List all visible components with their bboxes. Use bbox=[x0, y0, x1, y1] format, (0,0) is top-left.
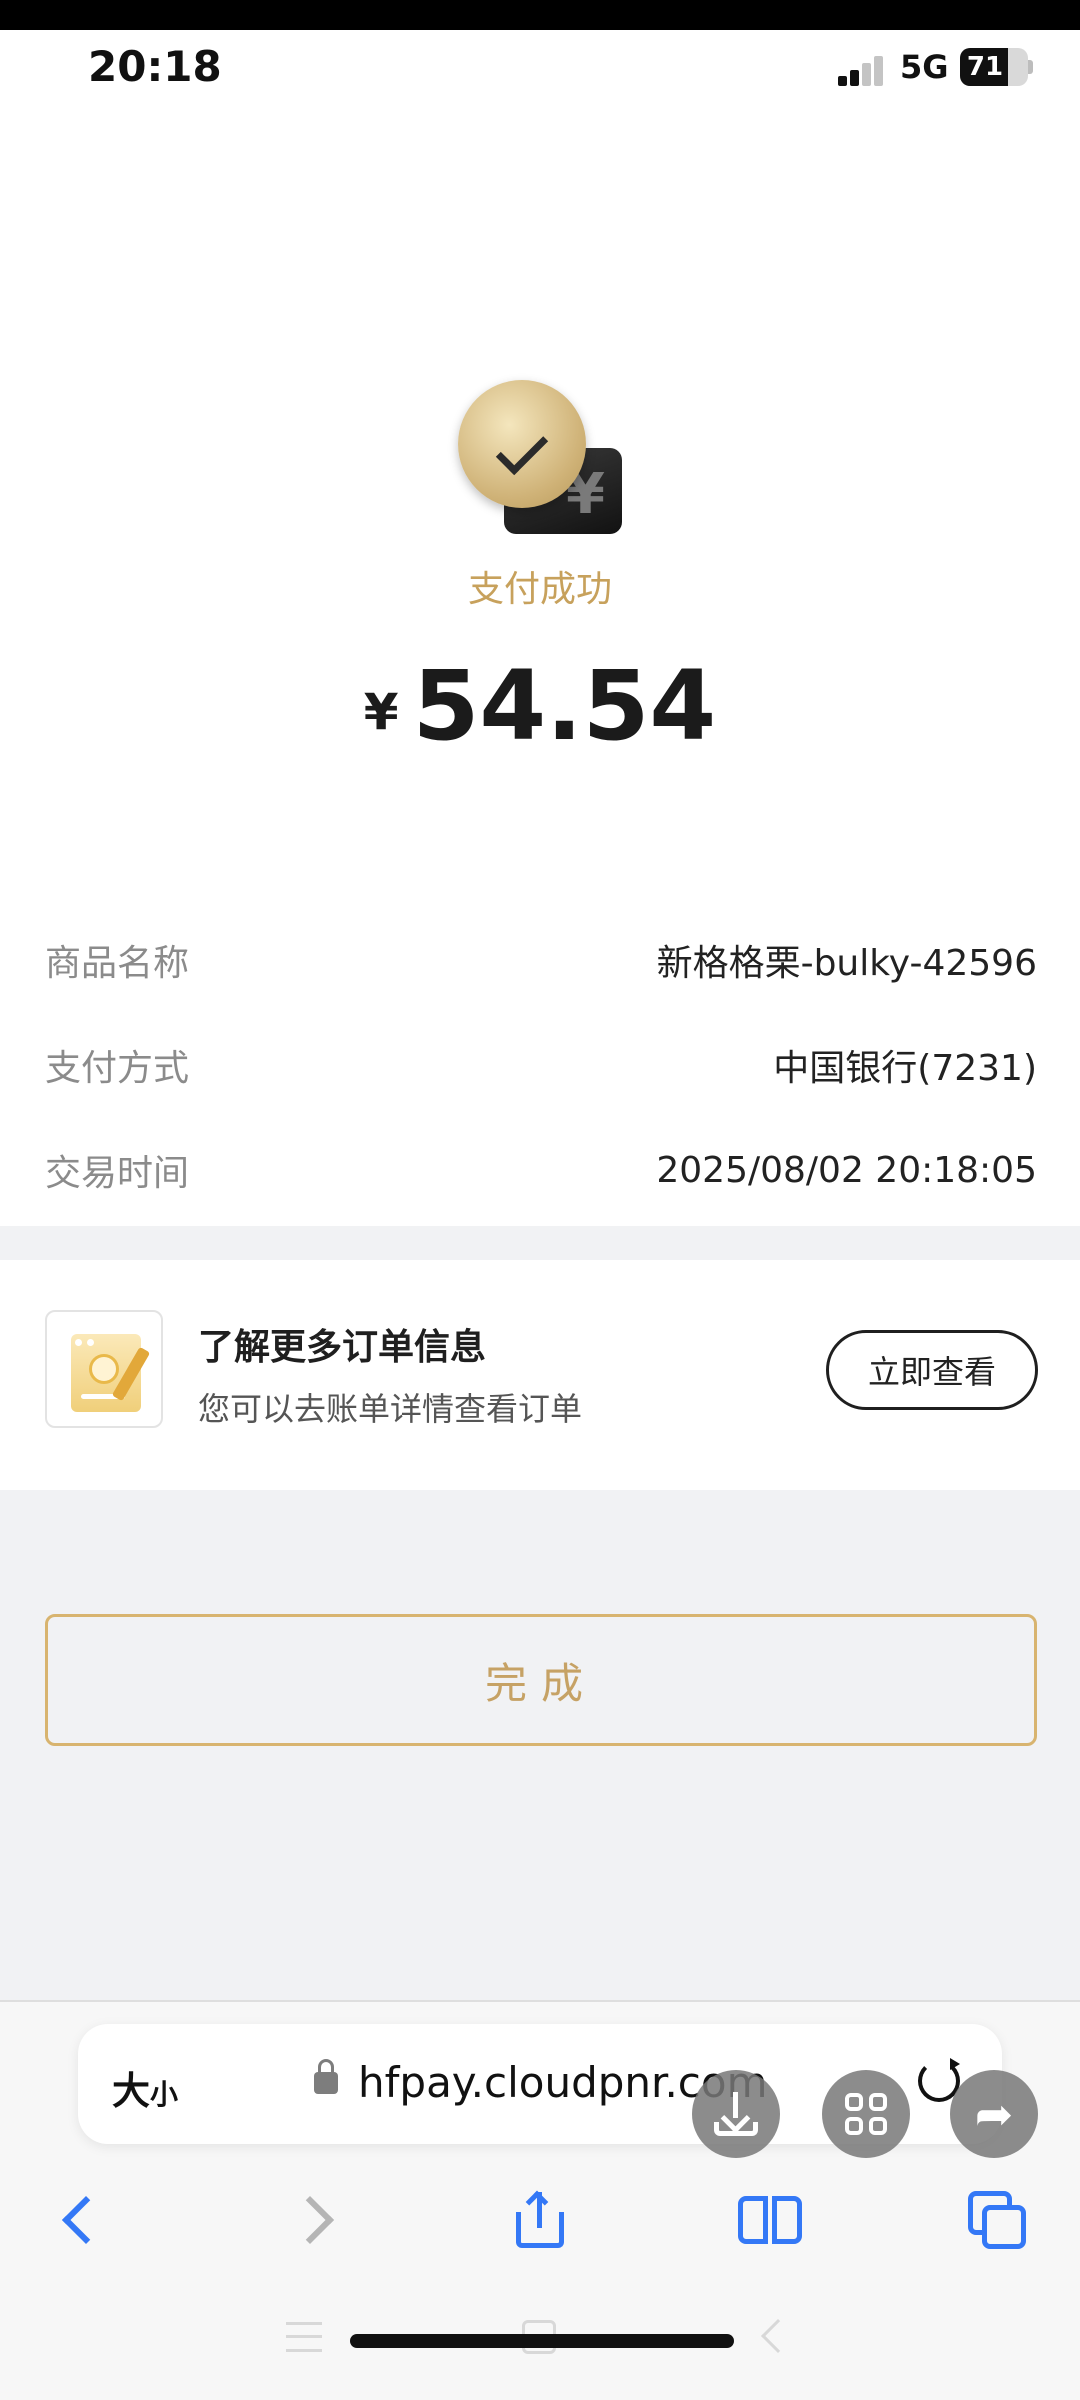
detail-value: 新格格栗-bulky-42596 bbox=[656, 943, 1037, 984]
tabs-button[interactable] bbox=[958, 2180, 1038, 2260]
payment-status: 支付成功 bbox=[467, 569, 612, 610]
share-float-button[interactable]: ➦ bbox=[950, 2070, 1038, 2158]
grid-icon bbox=[845, 2093, 887, 2135]
currency-symbol: ¥ bbox=[363, 683, 399, 741]
text-size-small: 小 bbox=[150, 2078, 179, 2111]
grid-button[interactable] bbox=[822, 2070, 910, 2158]
detail-value: 中国银行(7231) bbox=[773, 1048, 1037, 1089]
done-button[interactable]: 完成 bbox=[45, 1614, 1037, 1746]
menu-icon[interactable] bbox=[286, 2322, 322, 2352]
detail-row-transaction-time: 交易时间 2025/08/02 20:18:05 bbox=[45, 1140, 1037, 1200]
signal-icon bbox=[838, 52, 886, 86]
view-now-button[interactable]: 立即查看 bbox=[826, 1330, 1038, 1410]
share-arrow-icon: ➦ bbox=[974, 2087, 1014, 2141]
amount-value: 54.54 bbox=[412, 650, 717, 762]
order-info-title: 了解更多订单信息 bbox=[198, 1327, 487, 1368]
payment-success-icon: ¥ bbox=[458, 350, 628, 540]
text-size-big: 大 bbox=[112, 2069, 151, 2113]
download-button[interactable] bbox=[692, 2070, 780, 2158]
detail-label: 交易时间 bbox=[45, 1153, 190, 1194]
bookmarks-button[interactable] bbox=[730, 2180, 810, 2260]
order-document-icon bbox=[45, 1310, 163, 1428]
chevron-right-icon bbox=[285, 2195, 335, 2245]
share-button[interactable] bbox=[500, 2180, 580, 2260]
detail-row-payment-method: 支付方式 中国银行(7231) bbox=[45, 1035, 1037, 1095]
forward-button[interactable] bbox=[276, 2180, 356, 2260]
check-circle-icon bbox=[458, 380, 586, 508]
back-button[interactable] bbox=[40, 2180, 120, 2260]
book-icon bbox=[738, 2196, 802, 2244]
detail-label: 商品名称 bbox=[45, 943, 190, 984]
battery-icon: 71 bbox=[960, 48, 1028, 86]
payment-amount: ¥54.54 bbox=[0, 650, 1080, 762]
lock-icon bbox=[314, 2059, 338, 2094]
detail-label: 支付方式 bbox=[45, 1048, 190, 1089]
text-size-button[interactable]: 大小 bbox=[112, 2060, 178, 2115]
detail-value: 2025/08/02 20:18:05 bbox=[656, 1149, 1037, 1191]
detail-row-product: 商品名称 新格格栗-bulky-42596 bbox=[45, 930, 1037, 990]
checkmark-icon bbox=[495, 422, 549, 476]
network-type: 5G bbox=[900, 48, 949, 86]
battery-cap bbox=[1028, 60, 1033, 74]
home-indicator[interactable] bbox=[350, 2334, 734, 2348]
battery-level: 71 bbox=[966, 52, 1004, 82]
status-time: 20:18 bbox=[88, 42, 222, 91]
tabs-icon bbox=[968, 2191, 1028, 2249]
chevron-left-icon bbox=[61, 2195, 111, 2245]
section-divider bbox=[0, 1226, 1080, 1260]
share-icon bbox=[516, 2190, 564, 2248]
order-info-subtitle: 您可以去账单详情查看订单 bbox=[198, 1390, 583, 1428]
